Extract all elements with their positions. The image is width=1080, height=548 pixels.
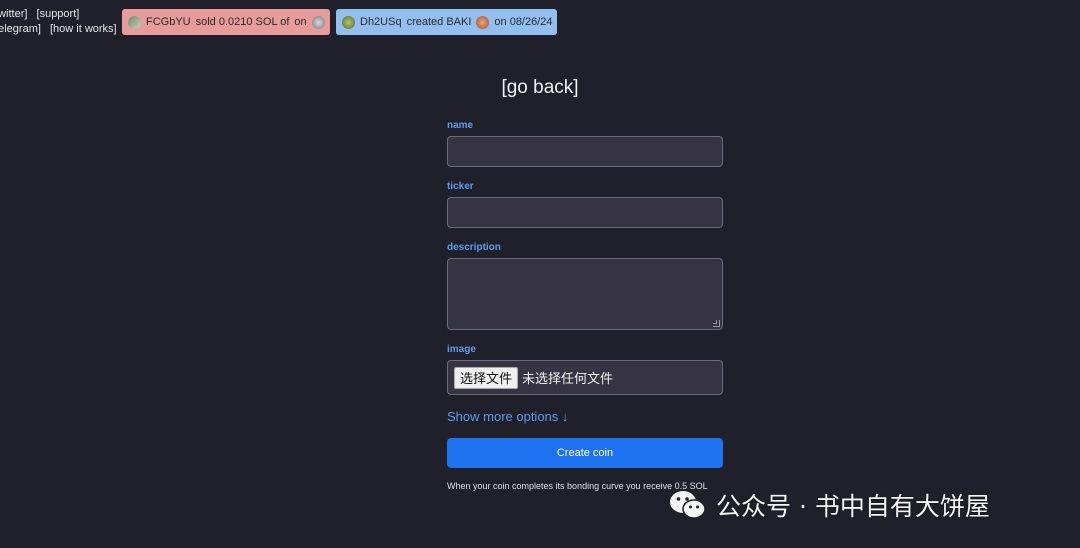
sold-text: sold 0.0210 SOL of: [195, 16, 290, 28]
description-textarea[interactable]: [447, 258, 723, 330]
create-coin-page: [twitter] [support] [telegram] [how it w…: [0, 0, 1080, 548]
image-file-input[interactable]: 选择文件 未选择任何文件: [447, 360, 723, 395]
twitter-link[interactable]: [twitter]: [0, 8, 27, 20]
show-more-options-link[interactable]: Show more options ↓: [447, 409, 568, 424]
user-avatar-icon: [128, 15, 141, 29]
watermark-text: 公众号 · 书中自有大饼屋: [716, 492, 990, 521]
telegram-link[interactable]: [telegram]: [0, 23, 41, 35]
support-link[interactable]: [support]: [37, 8, 80, 20]
how-it-works-link[interactable]: [how it works]: [50, 23, 117, 35]
ticker-label: ticker: [447, 181, 474, 192]
image-label: image: [447, 344, 476, 355]
file-status: 未选择任何文件: [522, 372, 614, 387]
description-label: description: [447, 242, 501, 253]
sold-activity-badge[interactable]: FCGbYU sold 0.0210 SOL of on: [122, 9, 330, 35]
create-coin-form: name ticker description image 选择文件 未选择任何…: [447, 120, 723, 491]
name-label: name: [447, 120, 474, 131]
seller-name: FCGbYU: [146, 16, 191, 28]
watermark: 公众号 · 书中自有大饼屋: [668, 486, 990, 524]
name-input[interactable]: [447, 136, 723, 167]
choose-file-button[interactable]: 选择文件: [454, 366, 519, 389]
go-back-link[interactable]: [go back]: [0, 77, 1080, 99]
created-activity-badge[interactable]: Dh2USq created BAKI on 08/26/24: [336, 9, 557, 35]
top-nav: [twitter] [support] [telegram] [how it w…: [0, 7, 123, 37]
resize-grip-icon[interactable]: [713, 320, 720, 327]
sold-suffix: on: [294, 16, 307, 28]
coin-avatar-icon: [476, 15, 490, 29]
created-date: on 08/26/24: [494, 16, 553, 28]
user-avatar-icon: [342, 15, 355, 29]
coin-avatar-icon: [311, 15, 325, 29]
create-coin-button[interactable]: Create coin: [447, 438, 723, 468]
created-text: created BAKI: [406, 16, 472, 28]
wechat-icon: [670, 491, 706, 519]
ticker-input[interactable]: [447, 197, 723, 228]
creator-name: Dh2USq: [360, 16, 402, 28]
